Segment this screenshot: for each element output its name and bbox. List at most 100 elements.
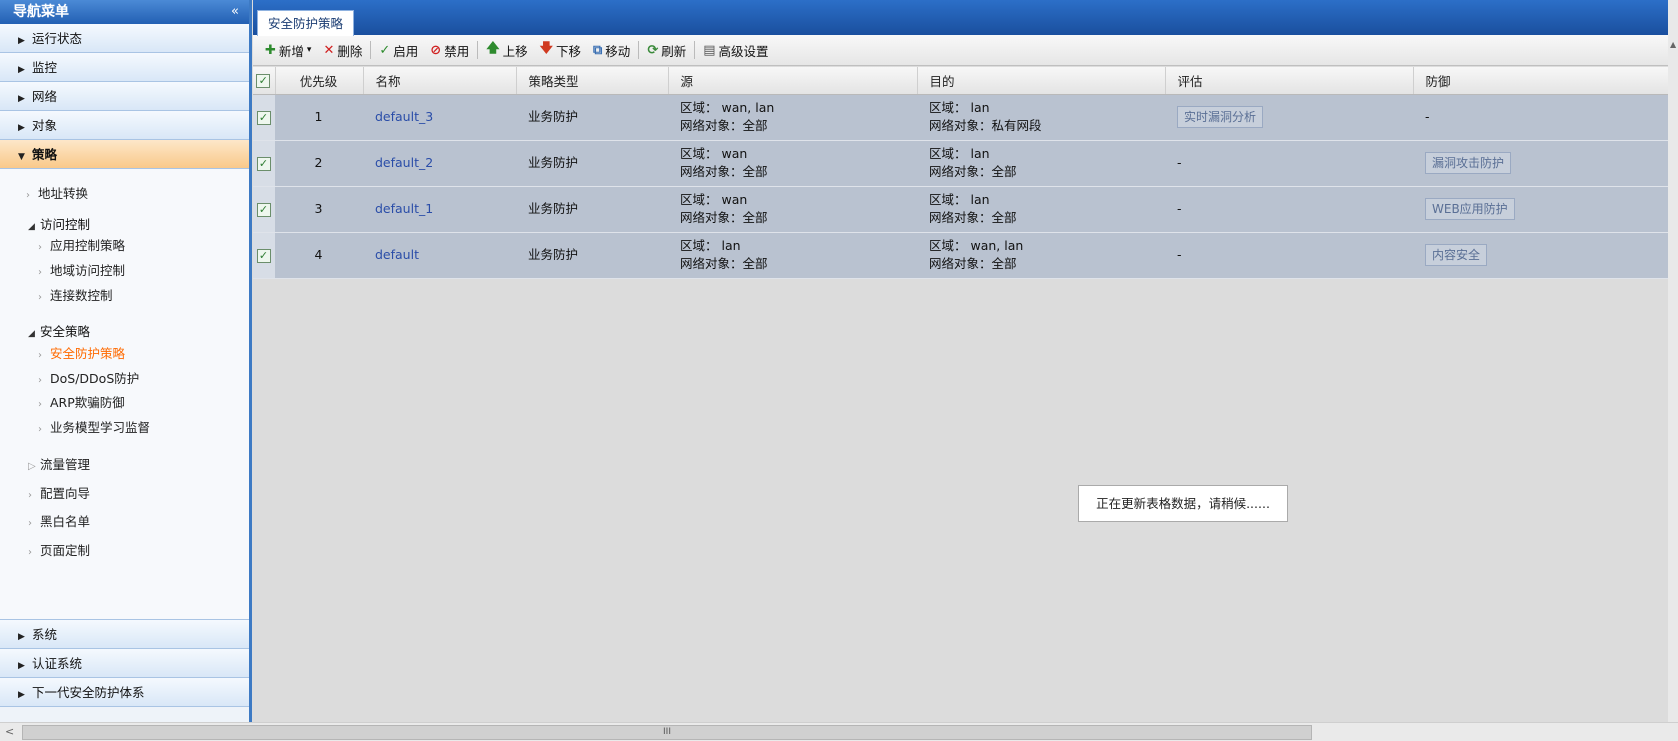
row-defense: WEB应用防护 [1413,186,1676,233]
nav-section-monitor[interactable]: ▶ 监控 [0,53,249,82]
plus-icon: ✚ [265,42,276,58]
settings-doc-icon: ▤ [703,42,716,58]
caret-right-icon: ▶ [18,661,25,671]
row-source: 区域： lan 网络对象：全部 [668,232,917,279]
refresh-button[interactable]: ⟳ 刷新 [641,38,692,62]
nav-item-arp[interactable]: › ARP欺骗防御 [38,392,125,411]
table-row[interactable]: ✓ 1 default_3 业务防护 区域： wan, lan 网络对象：全部 区… [253,94,1676,141]
checkmark-icon: ✓ [256,157,271,171]
bullet-icon: › [38,292,42,303]
refresh-icon: ⟳ [647,42,659,58]
nav-section-object[interactable]: ▶ 对象 [0,111,249,140]
table-row[interactable]: ✓ 4 default 业务防护 区域： lan 网络对象：全部 区域： wan,… [253,232,1676,279]
row-source: 区域： wan 网络对象：全部 [668,140,917,187]
nav-item-app-control[interactable]: › 应用控制策略 [38,235,125,254]
policy-table: ✓ 优先级 名称 策略类型 源 目的 评估 防御 ✓ 1 default_3 业… [253,67,1677,279]
col-evaluation[interactable]: 评估 [1165,67,1414,95]
eval-button[interactable]: 实时漏洞分析 [1177,106,1264,128]
col-destination[interactable]: 目的 [917,67,1166,95]
row-type: 业务防护 [516,186,668,233]
row-checkbox[interactable]: ✓ [253,94,275,141]
table-row[interactable]: ✓ 2 default_2 业务防护 区域： wan 网络对象：全部 区域： la… [253,140,1676,187]
col-source[interactable]: 源 [668,67,918,95]
nav-item-traffic[interactable]: ▷ 流量管理 [28,454,90,473]
row-name-link[interactable]: default_3 [363,94,516,141]
dropdown-arrow-icon: ▾ [306,45,312,55]
collapse-icon[interactable]: « [231,0,239,24]
tab-security-protect[interactable]: 安全防护策略 [257,10,355,36]
move-up-button[interactable]: 🡅 上移 [480,38,533,62]
bullet-icon: › [38,424,42,435]
toolbar: ✚ 新增 ▾ ✕ 删除 ✓ 启用 ⊘ 禁用 🡅 上移 🡇 下移 ⧉ 移动 ⟳ 刷新 ▤ 高级设置 [253,35,1678,66]
col-priority[interactable]: 优先级 [275,67,364,95]
row-source: 区域： wan 网络对象：全部 [668,186,917,233]
col-name[interactable]: 名称 [363,67,517,95]
row-priority: 4 [275,232,363,279]
move-down-button[interactable]: 🡇 下移 [534,38,587,62]
add-button[interactable]: ✚ 新增 ▾ [259,38,317,62]
enable-button[interactable]: ✓ 启用 [373,38,424,62]
nav-item-conn-control[interactable]: › 连接数控制 [38,285,113,304]
delete-button[interactable]: ✕ 删除 [317,38,368,62]
nav-item-dos[interactable]: › DoS/DDoS防护 [38,368,139,387]
row-destination: 区域： lan 网络对象：全部 [917,186,1165,233]
toolbar-separator [477,41,479,59]
defense-button[interactable]: 内容安全 [1425,244,1488,266]
toolbar-separator [694,41,696,59]
nav-section-system[interactable]: ▶ 系统 [0,620,249,649]
defense-button[interactable]: WEB应用防护 [1425,198,1515,220]
select-all-checkbox[interactable]: ✓ [253,67,276,95]
triangle-right-icon: ▷ [28,461,36,472]
nav-item-security-protect[interactable]: › 安全防护策略 [38,343,125,362]
nav-item-page-custom[interactable]: › 页面定制 [28,540,90,559]
move-icon: ⧉ [593,42,603,58]
nav-item-nat[interactable]: › 地址转换 [26,183,88,202]
nav-item-geo-access[interactable]: › 地域访问控制 [38,260,125,279]
row-defense: 内容安全 [1413,232,1676,279]
row-type: 业务防护 [516,140,668,187]
row-checkbox[interactable]: ✓ [253,232,275,279]
col-defense[interactable]: 防御 [1413,67,1677,95]
row-priority: 2 [275,140,363,187]
nav-section-network[interactable]: ▶ 网络 [0,82,249,111]
table-row[interactable]: ✓ 3 default_1 业务防护 区域： wan 网络对象：全部 区域： la… [253,186,1676,233]
caret-right-icon: ▶ [18,94,25,104]
checkmark-icon: ✓ [256,111,271,125]
nav-title: 导航菜单 [13,4,69,20]
vertical-scrollbar[interactable]: ▲ [1668,0,1678,741]
row-evaluation: - [1165,140,1413,187]
nav-section-auth[interactable]: ▶ 认证系统 [0,649,249,678]
row-name-link[interactable]: default_1 [363,186,516,233]
row-name-link[interactable]: default [363,232,516,279]
col-type[interactable]: 策略类型 [516,67,669,95]
nav-item-blackwhite[interactable]: › 黑白名单 [28,511,90,530]
nav-group-access-control[interactable]: ◢ 访问控制 [28,214,90,233]
forbidden-icon: ⊘ [430,42,442,58]
row-name-link[interactable]: default_2 [363,140,516,187]
scroll-left-icon[interactable]: < [5,725,14,738]
move-button[interactable]: ⧉ 移动 [587,38,636,62]
tab-bar: 安全防护策略 [253,0,1678,36]
row-priority: 3 [275,186,363,233]
advanced-settings-button[interactable]: ▤ 高级设置 [697,38,774,62]
nav-section-policy[interactable]: ▼ 策略 [0,140,249,169]
row-checkbox[interactable]: ✓ [253,186,275,233]
nav-section-status[interactable]: ▶ 运行状态 [0,24,249,53]
defense-button[interactable]: 漏洞攻击防护 [1425,152,1512,174]
nav-header: 导航菜单 « [0,0,249,24]
scroll-thumb[interactable]: III [22,725,1312,740]
row-checkbox[interactable]: ✓ [253,140,275,187]
nav-item-biz-model[interactable]: › 业务模型学习监督 [38,417,150,436]
bullet-icon: › [38,242,42,253]
scroll-up-icon[interactable]: ▲ [1670,40,1676,49]
nav-group-security-policy[interactable]: ◢ 安全策略 [28,321,90,340]
row-evaluation: - [1165,232,1413,279]
disable-button[interactable]: ⊘ 禁用 [424,38,475,62]
nav-item-wizard[interactable]: › 配置向导 [28,483,90,502]
caret-down-icon: ▼ [18,152,25,162]
horizontal-scrollbar[interactable]: < III [0,722,1678,741]
nav-section-ngsec[interactable]: ▶ 下一代安全防护体系 [0,678,249,707]
loading-message: 正在更新表格数据，请稍候...... [1078,485,1288,522]
bullet-icon: › [28,518,32,529]
triangle-down-icon: ◢ [28,329,35,339]
